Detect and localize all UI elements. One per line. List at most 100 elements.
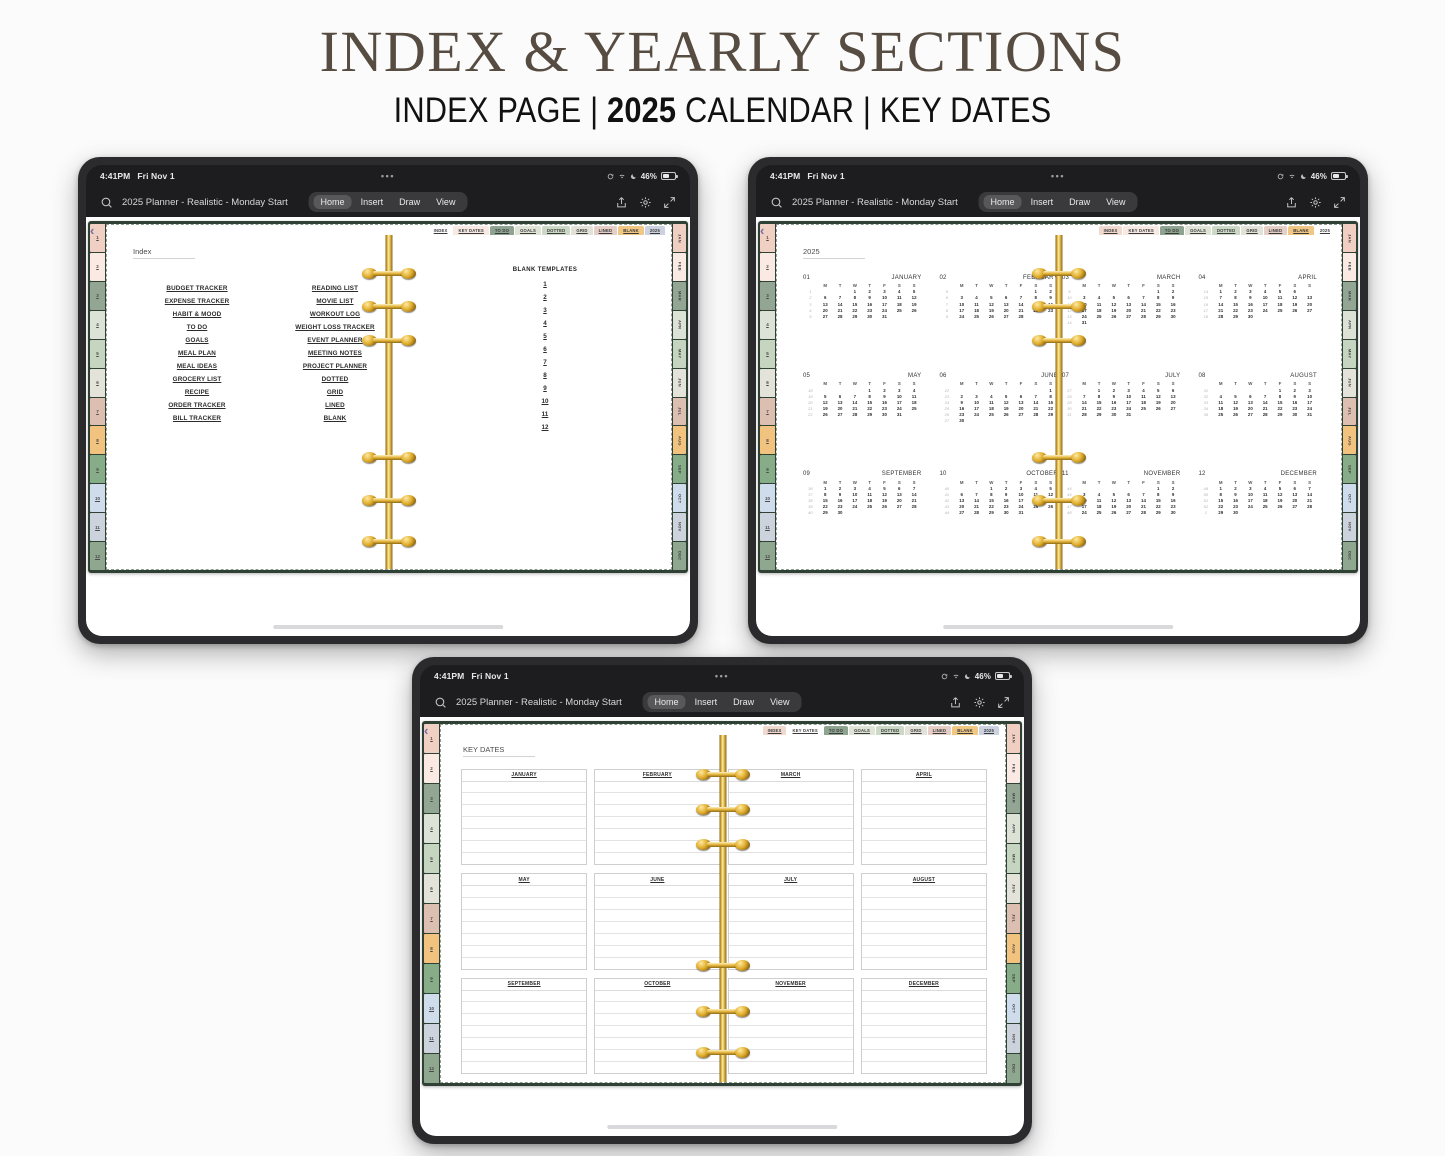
key-dates-line[interactable]	[728, 934, 853, 946]
month-tab-jul[interactable]: JUL	[1007, 904, 1020, 933]
page-number-tab-12[interactable]: 12	[424, 1054, 439, 1083]
blank-template-link-8[interactable]: 8	[485, 372, 605, 379]
key-dates-line[interactable]	[729, 958, 853, 969]
month-tab-may[interactable]: MAY	[673, 339, 686, 368]
calendar-day[interactable]: 25	[969, 313, 984, 319]
key-dates-line[interactable]	[462, 958, 586, 969]
calendar-day[interactable]	[1136, 320, 1151, 326]
calendar-day[interactable]: 26	[1228, 412, 1243, 418]
key-dates-line[interactable]	[595, 841, 720, 854]
multitask-dots-icon[interactable]: •••	[1051, 171, 1065, 181]
key-dates-line[interactable]	[861, 805, 986, 818]
index-link-left-4[interactable]: GOALS	[143, 337, 251, 344]
key-dates-line[interactable]	[728, 922, 853, 934]
calendar-day[interactable]: 28	[1014, 313, 1029, 319]
calendar-day[interactable]	[1014, 418, 1029, 424]
section-tab-goals[interactable]: GOALS	[849, 726, 875, 735]
month-tab-jan[interactable]: JAN	[1007, 724, 1020, 753]
key-dates-line[interactable]	[462, 946, 587, 958]
key-dates-line[interactable]	[861, 991, 986, 1003]
page-number-tab-7[interactable]: 7	[90, 397, 105, 426]
month-tab-jan[interactable]: JAN	[673, 224, 686, 252]
section-tab-grid[interactable]: GRID	[1241, 226, 1263, 235]
page-number-tab-7[interactable]: 7	[760, 397, 775, 426]
key-dates-line[interactable]	[595, 910, 720, 922]
section-tab-to-do[interactable]: TO DO	[823, 726, 849, 735]
page-number-tab-6[interactable]: 6	[424, 874, 439, 903]
calendar-day[interactable]: 30	[862, 313, 877, 319]
calendar-day[interactable]: 28	[1077, 412, 1092, 418]
month-tab-may[interactable]: MAY	[1343, 339, 1356, 368]
month-tab-jun[interactable]: JUN	[1343, 368, 1356, 397]
key-dates-line[interactable]	[462, 1062, 586, 1073]
calendar-day[interactable]: 24	[954, 313, 969, 319]
page-number-tab-12[interactable]: 12	[760, 542, 775, 571]
calendar-day[interactable]: 31	[892, 412, 907, 418]
page-number-tab-10[interactable]: 10	[760, 484, 775, 513]
index-link-left-7[interactable]: GROCERY LIST	[143, 376, 251, 383]
key-dates-box-july[interactable]: JULY	[727, 873, 854, 970]
month-tab-oct[interactable]: OCT	[673, 484, 686, 513]
section-tab-dotted[interactable]: DOTTED	[541, 226, 571, 235]
month-tab-aug[interactable]: AUG	[1343, 426, 1356, 455]
month-tab-sep[interactable]: SEP	[1007, 964, 1020, 993]
calendar-day[interactable]: 24	[1077, 510, 1092, 516]
calendar-day[interactable]	[1166, 320, 1181, 326]
calendar-day[interactable]	[1028, 418, 1043, 424]
gear-icon[interactable]	[973, 696, 986, 709]
section-tab-goals[interactable]: GOALS	[515, 226, 541, 235]
document-title[interactable]: 2025 Planner - Realistic - Monday Start	[456, 697, 622, 708]
month-tab-feb[interactable]: FEB	[1007, 754, 1020, 783]
calendar-day[interactable]: 27	[1121, 510, 1136, 516]
calendar-day[interactable]: 28	[847, 412, 862, 418]
calendar-day[interactable]: 30	[1287, 412, 1302, 418]
month-tab-mar[interactable]: MAR	[673, 281, 686, 310]
index-link-right-4[interactable]: EVENT PLANNER	[281, 337, 389, 344]
key-dates-line[interactable]	[595, 853, 719, 864]
calendar-day[interactable]: 28	[833, 313, 848, 319]
mini-calendar-april[interactable]: 04 APRIL M T W T F S S 14 1 2 3 4 5 6 15 7 8 9 10 11 12 13 16 14 1…	[1197, 275, 1320, 369]
calendar-day[interactable]	[1136, 412, 1151, 418]
menu-tab-home[interactable]: Home	[647, 695, 686, 709]
page-number-tab-2[interactable]: 2	[90, 252, 105, 281]
mini-calendar-may[interactable]: 05 MAY M T W T F S S 18 1 2 3 4 19 5 6 7 8 9 10 11 20 12 13 14 15 1…	[801, 373, 924, 467]
planner-canvas[interactable]: ‹ 1 2 3 4 5 6 7 8 9 10 11 12 INDEX KEY DATES TO DO GOA…	[756, 217, 1360, 636]
month-tab-jan[interactable]: JAN	[1343, 224, 1356, 252]
mini-calendar-march[interactable]: 03 MARCH M T W T F S S 9 1 2 10 3 4 5 6 7 8 9 11 10 11 12 13 14 15…	[1060, 275, 1183, 369]
key-dates-line[interactable]	[595, 922, 720, 934]
page-number-tab-5[interactable]: 5	[90, 339, 105, 368]
key-dates-line[interactable]	[595, 1062, 719, 1073]
gear-icon[interactable]	[639, 196, 652, 209]
mini-calendar-july[interactable]: 07 JULY M T W T F S S 27 1 2 3 4 5 6 28 7 8 9 10 11 12 13 29 14 15…	[1060, 373, 1183, 467]
home-indicator[interactable]	[273, 625, 503, 629]
calendar-day[interactable]: 25	[1213, 412, 1228, 418]
key-dates-line[interactable]	[728, 991, 853, 1003]
key-dates-box-september[interactable]: SEPTEMBER	[461, 977, 588, 1074]
search-icon[interactable]	[100, 196, 113, 209]
key-dates-line[interactable]	[861, 934, 986, 946]
menu-tab-insert[interactable]: Insert	[354, 195, 391, 209]
share-icon[interactable]	[615, 196, 628, 209]
menu-tab-view[interactable]: View	[1099, 195, 1132, 209]
calendar-day[interactable]: 30	[954, 418, 969, 424]
key-dates-line[interactable]	[462, 782, 587, 794]
blank-template-link-1[interactable]: 1	[485, 281, 605, 288]
key-dates-line[interactable]	[861, 1050, 986, 1063]
key-dates-box-april[interactable]: APRIL	[860, 768, 987, 865]
key-dates-line[interactable]	[462, 1002, 587, 1015]
section-tab-blank[interactable]: BLANK	[618, 226, 644, 235]
planner-canvas[interactable]: ‹ 1 2 3 4 5 6 7 8 9 10 11 12 INDEX KEY DATES TO DO GOA…	[86, 217, 690, 636]
calendar-day[interactable]	[1092, 320, 1107, 326]
blank-template-link-12[interactable]: 12	[485, 424, 605, 431]
page-number-tab-10[interactable]: 10	[424, 994, 439, 1023]
blank-template-link-6[interactable]: 6	[485, 346, 605, 353]
section-tab-2025[interactable]: 2025	[978, 726, 999, 735]
blank-template-link-11[interactable]: 11	[485, 411, 605, 418]
mini-calendar-june[interactable]: 06 JUNE M T W T F S S 22 1 23 2 3 4 5 6 7 8 24 9 10 11 12 13 14 15…	[938, 373, 1061, 467]
key-dates-line[interactable]	[595, 946, 720, 958]
key-dates-line[interactable]	[462, 1026, 587, 1039]
key-dates-line[interactable]	[462, 1038, 587, 1051]
calendar-day[interactable]: 27	[954, 510, 969, 516]
key-dates-line[interactable]	[728, 946, 853, 958]
key-dates-line[interactable]	[728, 1050, 853, 1063]
